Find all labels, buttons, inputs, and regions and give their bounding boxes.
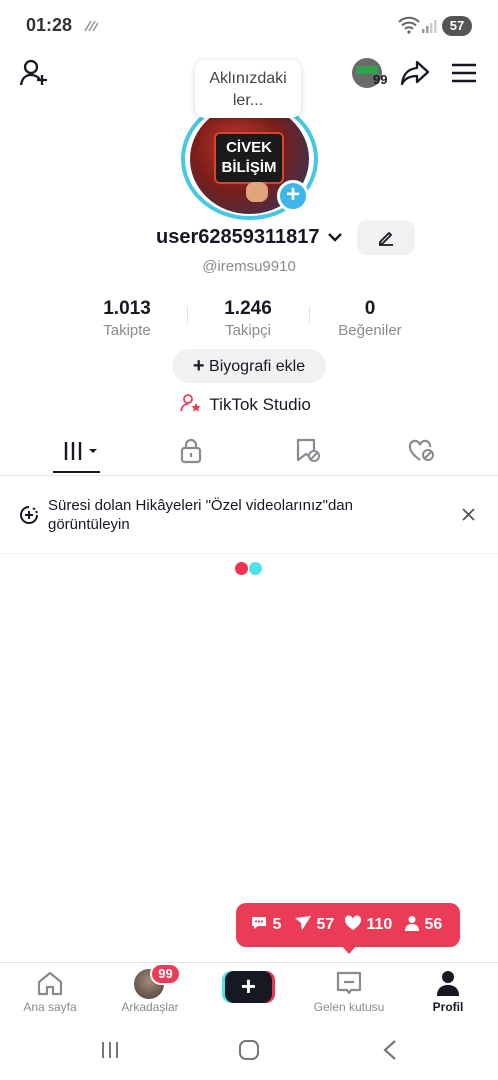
stat-following-value: 1.013	[103, 298, 151, 319]
user-handle: @iremsu9910	[202, 258, 296, 275]
expired-stories-banner[interactable]: Süresi dolan Hikâyeleri "Özel videoların…	[0, 476, 498, 554]
nav-friends-label: Arkadaşlar	[121, 1000, 179, 1014]
like-count: 110	[344, 915, 392, 935]
nav-profile[interactable]: Profil	[420, 963, 476, 1023]
person-icon	[405, 916, 419, 931]
avatar-hand	[246, 182, 268, 202]
follower-count-value: 56	[424, 916, 443, 933]
home-system-icon[interactable]	[238, 1039, 260, 1066]
stat-divider	[187, 306, 188, 324]
notification-tail	[341, 945, 357, 954]
home-icon	[36, 970, 64, 1001]
inbox-icon	[336, 971, 362, 1002]
tiktok-studio-label: TikTok Studio	[209, 395, 311, 414]
plus-icon: +	[225, 971, 272, 1003]
stat-likes-value: 0	[364, 298, 376, 319]
close-icon[interactable]	[462, 508, 475, 526]
loading-dot-red	[235, 562, 248, 575]
tab-private[interactable]	[161, 428, 221, 476]
send-icon	[295, 916, 311, 930]
stat-followers-label: Takipçi	[225, 322, 271, 339]
edit-profile-button[interactable]	[357, 220, 415, 255]
stat-following-label: Takipte	[103, 322, 151, 339]
mention-count-value: 57	[316, 916, 335, 933]
bubble-line2: ler...	[232, 92, 264, 109]
lock-icon	[180, 438, 202, 469]
bookmark-hidden-icon	[295, 438, 321, 469]
active-tab-indicator	[53, 471, 100, 473]
stat-following[interactable]: 1.013 Takipte	[72, 298, 182, 339]
avatar-text-line2: BİLİŞİM	[221, 159, 277, 176]
system-navigation	[0, 1022, 498, 1080]
avatar-text-line1: CİVEK	[226, 139, 272, 156]
username[interactable]: user62859311817	[156, 226, 343, 249]
create-button[interactable]: +	[222, 971, 275, 1003]
signal-icon	[421, 18, 437, 39]
plus-icon: +	[192, 355, 205, 377]
comment-count-value: 5	[272, 916, 282, 933]
tiktok-studio-link[interactable]: TikTok Studio	[180, 393, 311, 415]
bubble-line1: Aklınızdaki	[209, 70, 287, 87]
status-time: 01:28	[26, 15, 73, 35]
nav-home-label: Ana sayfa	[23, 1000, 77, 1014]
heart-icon	[344, 915, 362, 930]
like-count-value: 110	[366, 916, 393, 933]
stat-divider	[309, 306, 310, 324]
comment-icon	[252, 917, 266, 929]
wifi-icon	[398, 16, 420, 39]
tab-videos[interactable]	[50, 428, 110, 476]
stat-likes-label: Beğeniler	[338, 322, 402, 339]
tab-favorites[interactable]	[278, 428, 338, 476]
add-bio-label: Biyografi ekle	[209, 358, 306, 375]
status-bar: 01:28 57	[0, 0, 498, 52]
data-saver-icon	[83, 19, 99, 37]
bottom-navigation: Ana sayfa Arkadaşlar + Gelen kutusu Prof…	[0, 962, 498, 1022]
username-text: user62859311817	[156, 226, 320, 248]
pencil-icon	[377, 229, 395, 252]
stat-followers-value: 1.246	[224, 298, 272, 319]
loading-dot-cyan	[249, 562, 262, 575]
recent-apps-icon[interactable]	[100, 1040, 120, 1065]
thought-bubble[interactable]: Aklınızdaki ler...	[195, 60, 301, 118]
stat-followers[interactable]: 1.246 Takipçi	[193, 298, 303, 339]
story-add-icon	[19, 505, 39, 530]
share-icon[interactable]	[400, 59, 430, 92]
banner-text: Süresi dolan Hikâyeleri "Özel videoların…	[48, 497, 353, 533]
follower-count: 56	[404, 915, 442, 935]
nav-home[interactable]: Ana sayfa	[14, 963, 86, 1023]
heart-hidden-icon	[408, 439, 436, 468]
tab-liked[interactable]	[392, 428, 452, 476]
nav-inbox[interactable]: Gelen kutusu	[303, 963, 395, 1023]
menu-icon[interactable]	[451, 63, 477, 88]
add-bio-button[interactable]: + Biyografi ekle	[172, 349, 326, 383]
avatar-sign: CİVEK BİLİŞİM	[214, 132, 284, 184]
creator-star-icon	[180, 393, 202, 419]
story-badge-count: 99	[373, 72, 388, 87]
mention-count: 57	[294, 915, 334, 935]
back-icon[interactable]	[382, 1039, 398, 1066]
friends-badge: 99	[150, 963, 181, 985]
add-friend-icon[interactable]	[19, 58, 49, 93]
nav-profile-label: Profil	[432, 1000, 464, 1014]
battery-indicator: 57	[442, 16, 472, 36]
comment-count: 5	[250, 915, 281, 935]
profile-icon	[436, 970, 460, 1001]
profile-tabs	[0, 428, 498, 476]
nav-inbox-label: Gelen kutusu	[313, 1000, 385, 1014]
grid-icon	[63, 440, 99, 467]
add-story-button[interactable]: +	[277, 180, 309, 212]
activity-notification[interactable]: 5 57 110 56	[236, 903, 460, 947]
stat-likes[interactable]: 0 Beğeniler	[315, 298, 425, 339]
chevron-down-icon[interactable]	[327, 226, 343, 249]
